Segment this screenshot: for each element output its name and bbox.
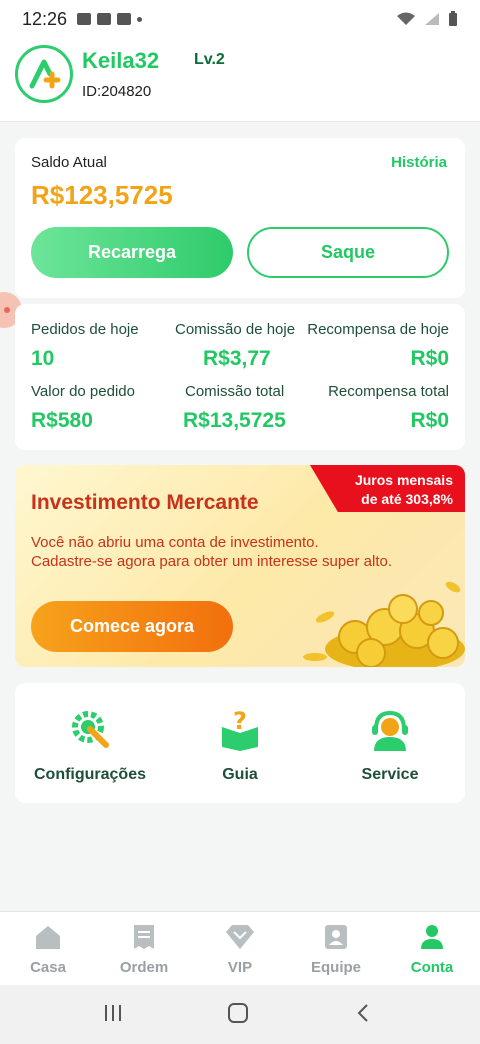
order-value-value: R$580 (31, 409, 93, 432)
wifi-icon (397, 12, 415, 25)
balance-amount: R$123,5725 (31, 180, 173, 210)
stats-card: Pedidos de hoje 10 Comissão de hoje R$3,… (15, 304, 465, 450)
commission-today-label: Comissão de hoje (175, 321, 296, 338)
investment-title: Investimento Mercante (31, 491, 259, 514)
home-button-icon[interactable] (227, 1003, 249, 1023)
back-icon[interactable] (355, 1003, 371, 1023)
signal-icon (425, 13, 439, 25)
svg-text:?: ? (233, 707, 247, 735)
more-notifications-icon (137, 16, 143, 22)
nav-label-equipe: Equipe (310, 959, 361, 976)
youtube-notification-icon (117, 13, 132, 25)
menu-label-guide: Guia (222, 766, 258, 783)
app-notification-icon (97, 13, 112, 25)
withdraw-button[interactable]: Saque (247, 227, 449, 278)
home-icon (36, 926, 60, 949)
nav-item-vip[interactable]: VIP (192, 924, 288, 976)
receipt-icon (134, 925, 154, 949)
user-id: ID:204820 (82, 83, 152, 100)
recent-apps-icon[interactable] (103, 1003, 123, 1023)
nav-item-conta[interactable]: Conta (384, 924, 480, 976)
team-icon (325, 925, 347, 949)
menu-item-settings[interactable]: Configurações (15, 703, 165, 784)
guide-book-icon: ? (222, 707, 258, 751)
orders-today-label: Pedidos de hoje (31, 321, 139, 338)
nav-label-conta: Conta (410, 959, 454, 976)
orders-today-value: 10 (31, 347, 55, 370)
nav-label-vip: VIP (227, 959, 253, 976)
diamond-icon (226, 925, 254, 949)
headset-service-icon (372, 710, 408, 751)
battery-icon (449, 11, 457, 26)
menu-label-settings: Configurações (33, 766, 146, 783)
facebook-notification-icon (77, 13, 92, 25)
nav-label-ordem: Ordem (119, 959, 169, 976)
interest-badge-line2: de até 303,8% (361, 491, 453, 507)
nav-label-casa: Casa (30, 959, 66, 976)
profile-header: Keila32 Lv.2 ID:204820 (0, 38, 480, 122)
history-link[interactable]: História (391, 154, 447, 171)
balance-label: Saldo Atual (31, 154, 107, 171)
menu-label-service: Service (361, 766, 419, 783)
gold-coins-icon (303, 581, 465, 667)
notification-icons (77, 13, 143, 25)
system-nav-bar (0, 985, 480, 1044)
commission-total-label: Comissão total (185, 383, 285, 400)
reward-today-label: Recompensa de hoje (307, 321, 449, 338)
reward-today-value: R$0 (410, 347, 449, 370)
interest-badge-line1: Juros mensais (354, 472, 453, 488)
system-status-icons (396, 11, 458, 27)
interest-badge: Juros mensais de até 303,8% (310, 465, 465, 512)
commission-total-value: R$13,5725 (183, 409, 286, 432)
start-now-button[interactable]: Comece agora (31, 601, 233, 652)
order-value-label: Valor do pedido (31, 383, 135, 400)
recharge-button[interactable]: Recarrega (31, 227, 233, 278)
account-icon (421, 925, 443, 949)
reward-total-label: Recompensa total (328, 383, 449, 400)
menu-item-guide[interactable]: ? Guia (165, 703, 315, 784)
investment-banner: Juros mensais de até 303,8% Investimento… (15, 465, 465, 667)
nav-item-ordem[interactable]: Ordem (96, 924, 192, 976)
reward-total-value: R$0 (410, 409, 449, 432)
nav-item-equipe[interactable]: Equipe (288, 924, 384, 976)
username: Keila32 (82, 48, 160, 73)
level-badge: Lv.2 (194, 51, 225, 68)
nav-item-casa[interactable]: Casa (0, 924, 96, 976)
bottom-nav: Casa Ordem VIP Equipe Conta (0, 911, 480, 985)
menu-card: Configurações ? Guia Service (15, 683, 465, 803)
balance-card: Saldo Atual História R$123,5725 Recarreg… (15, 138, 465, 298)
commission-today-value: R$3,77 (203, 347, 271, 370)
menu-item-service[interactable]: Service (315, 703, 465, 784)
app-logo-icon (15, 45, 73, 103)
status-bar: 12:26 (0, 0, 480, 38)
status-time: 12:26 (22, 8, 68, 29)
gear-wrench-icon (72, 711, 109, 748)
investment-text-line1: Você não abriu uma conta de investimento… (31, 534, 319, 551)
